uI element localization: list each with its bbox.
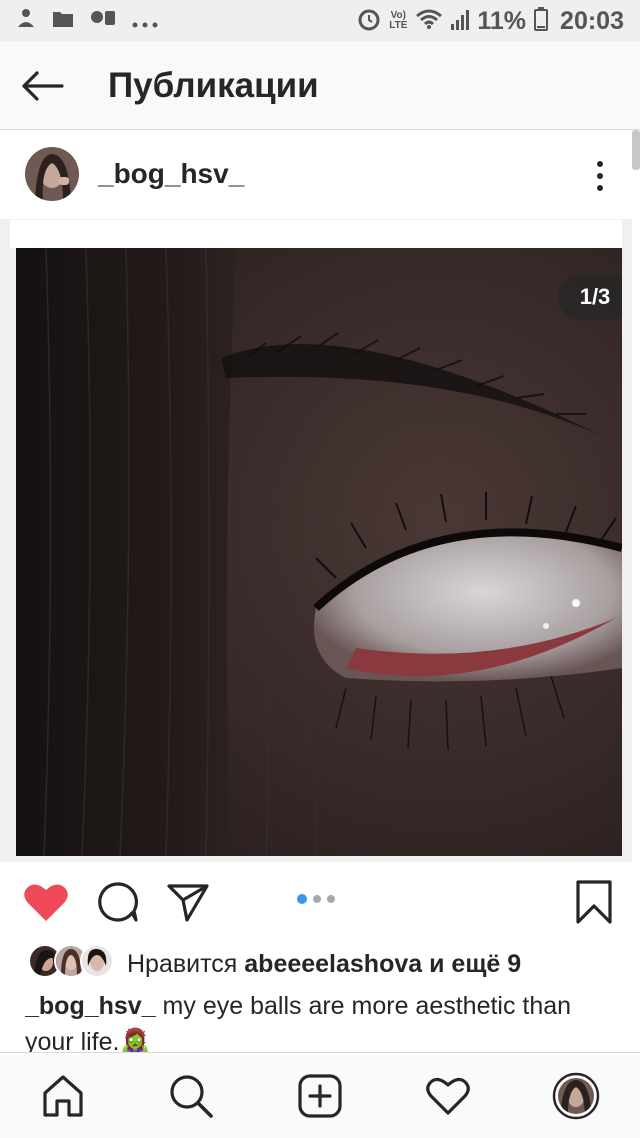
folder-icon: [52, 8, 74, 34]
alarm-icon: [357, 7, 381, 36]
clock: 20:03: [560, 6, 624, 35]
messenger-icon: [90, 8, 116, 34]
likes-row[interactable]: Нравится abeeeelashova и ещё 9: [0, 942, 640, 986]
carousel-indicator: [297, 894, 335, 904]
media-top-strip: [10, 220, 622, 248]
scrollbar[interactable]: [632, 130, 640, 170]
page-counter: 1/3: [558, 274, 622, 320]
status-right-icons: Vo) LTE 11% 20:03: [357, 6, 624, 36]
status-left-icons: [16, 7, 158, 35]
save-button[interactable]: [570, 878, 618, 926]
carousel-dot-1: [297, 894, 307, 904]
search-icon: [170, 1075, 213, 1118]
nav-home[interactable]: [38, 1071, 88, 1121]
post-caption: _bog_hsv_ my eye balls are more aestheti…: [25, 988, 615, 1052]
liker-username[interactable]: abeeeelashova: [244, 950, 422, 978]
bottom-navigation: [0, 1052, 640, 1138]
volte-icon: Vo) LTE: [389, 11, 407, 31]
nav-search[interactable]: [166, 1071, 216, 1121]
signal-icon: [451, 8, 470, 35]
more-options-button[interactable]: [582, 152, 618, 200]
back-button[interactable]: [14, 62, 70, 110]
app-header: Публикации: [0, 42, 640, 130]
wifi-icon: [415, 8, 443, 35]
volte-bottom-label: LTE: [389, 20, 408, 31]
post-username[interactable]: _bog_hsv_: [98, 158, 244, 190]
carousel-dot-3: [327, 895, 335, 903]
post-media[interactable]: 1/3: [0, 220, 632, 862]
liker-avatars: [28, 944, 114, 980]
profile-avatar-icon: [552, 1072, 600, 1120]
nav-add-post[interactable]: [295, 1071, 345, 1121]
post-header: _bog_hsv_: [0, 130, 632, 220]
nav-activity[interactable]: [423, 1071, 473, 1121]
comment-button[interactable]: [94, 878, 142, 926]
nav-profile[interactable]: [551, 1071, 601, 1121]
more-dots-icon: [132, 8, 158, 34]
arrow-left-icon: [22, 71, 64, 101]
share-button[interactable]: [164, 878, 212, 926]
comment-icon: [98, 882, 138, 922]
post-photo[interactable]: 1/3: [16, 248, 622, 856]
battery-level: 11%: [477, 6, 527, 35]
liker-avatar: [80, 944, 114, 978]
status-bar: Vo) LTE 11% 20:03: [0, 0, 640, 42]
avatar[interactable]: [25, 147, 79, 201]
caption-username[interactable]: _bog_hsv_: [25, 992, 156, 1020]
home-icon: [43, 1075, 83, 1117]
add-post-icon: [298, 1074, 342, 1118]
post-action-bar: [0, 862, 640, 942]
send-icon: [167, 884, 209, 922]
bookmark-icon: [576, 880, 612, 924]
carousel-dot-2: [313, 895, 321, 903]
likes-prefix: Нравится: [127, 950, 245, 978]
battery-icon: [534, 6, 549, 36]
likes-suffix[interactable]: и ещё 9: [422, 950, 521, 978]
like-button[interactable]: [22, 878, 70, 926]
more-vertical-icon: [597, 161, 603, 167]
heart-filled-icon: [24, 884, 68, 921]
page-title: Публикации: [108, 66, 319, 105]
activity-heart-icon: [426, 1077, 470, 1115]
likes-text[interactable]: Нравится abeeeelashova и ещё 9: [127, 950, 521, 979]
incognito-icon: [16, 7, 36, 35]
